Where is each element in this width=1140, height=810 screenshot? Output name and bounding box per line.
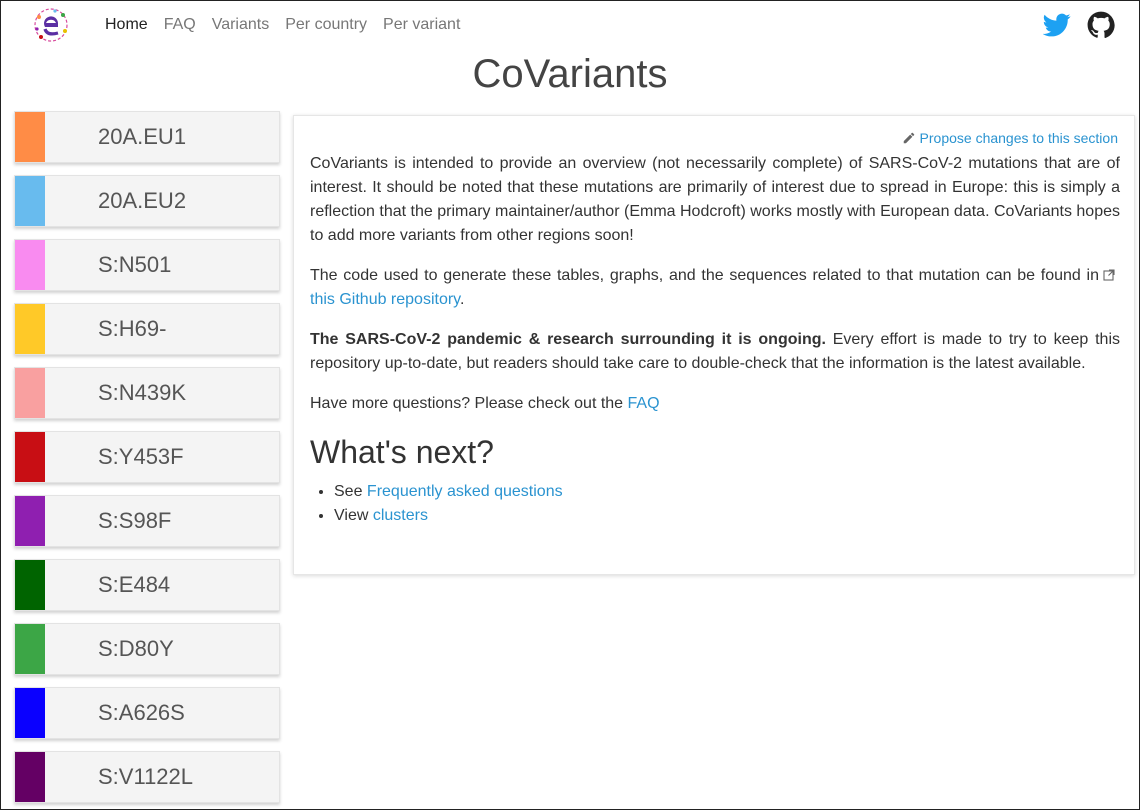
external-link-icon <box>1103 265 1115 281</box>
whats-next-list: See Frequently asked questions View clus… <box>310 480 1120 528</box>
variant-color-swatch <box>15 240 45 290</box>
code-text: The code used to generate these tables, … <box>310 267 1099 284</box>
github-icon[interactable] <box>1087 11 1115 39</box>
app-window: Home FAQ Variants Per country Per varian… <box>0 0 1140 810</box>
questions-paragraph: Have more questions? Please check out th… <box>310 392 1120 416</box>
variant-label: S:A626S <box>98 700 185 725</box>
faq-link[interactable]: FAQ <box>628 395 660 412</box>
variant-color-swatch <box>15 112 45 162</box>
nav-home[interactable]: Home <box>97 14 156 36</box>
nav-per-variant[interactable]: Per variant <box>375 14 468 36</box>
questions-text: Have more questions? Please check out th… <box>310 395 628 412</box>
variant-color-swatch <box>15 624 45 674</box>
list-item-prefix: See <box>334 483 367 500</box>
variant-label: S:N501 <box>98 252 172 277</box>
variant-card-s-s98f[interactable]: S:S98F <box>14 495 280 547</box>
nav-faq[interactable]: FAQ <box>156 14 204 36</box>
variant-card-s-a626s[interactable]: S:A626S <box>14 687 280 739</box>
variant-label: S:S98F <box>98 508 172 533</box>
intro-content: CoVariants is intended to provide an ove… <box>310 152 1120 528</box>
faq-questions-link[interactable]: Frequently asked questions <box>367 483 563 500</box>
variant-label: S:V1122L <box>98 764 194 789</box>
main-nav: Home FAQ Variants Per country Per varian… <box>97 14 468 36</box>
whats-next-heading: What's next? <box>310 434 494 470</box>
variant-label: S:H69- <box>98 316 167 341</box>
ongoing-bold-text: The SARS-CoV-2 pandemic & research surro… <box>310 331 826 348</box>
variant-label: S:Y453F <box>98 444 184 469</box>
ongoing-paragraph: The SARS-CoV-2 pandemic & research surro… <box>310 328 1120 376</box>
variant-color-swatch <box>15 176 45 226</box>
intro-card: Propose changes to this section CoVarian… <box>293 115 1135 575</box>
variant-color-swatch <box>15 304 45 354</box>
nav-per-country[interactable]: Per country <box>277 14 375 36</box>
variant-color-swatch <box>15 688 45 738</box>
variant-color-swatch <box>15 432 45 482</box>
variant-color-swatch <box>15 496 45 546</box>
variant-color-swatch <box>15 368 45 418</box>
clusters-link[interactable]: clusters <box>373 507 428 524</box>
variant-label: S:E484 <box>98 572 171 597</box>
variant-sidebar: 20A.EU1 20A.EU2 S:N501 S:H69- S:N439K S:… <box>14 111 280 809</box>
navbar: Home FAQ Variants Per country Per varian… <box>1 1 1139 49</box>
page-title: CoVariants <box>472 52 668 96</box>
intro-paragraph: CoVariants is intended to provide an ove… <box>310 155 1120 244</box>
variant-card-s-e484[interactable]: S:E484 <box>14 559 280 611</box>
variant-card-s-n501[interactable]: S:N501 <box>14 239 280 291</box>
variant-color-swatch <box>15 752 45 802</box>
variant-card-s-n439k[interactable]: S:N439K <box>14 367 280 419</box>
variant-label: S:D80Y <box>98 636 174 661</box>
list-item: See Frequently asked questions <box>334 480 1120 504</box>
list-item-prefix: View <box>334 507 373 524</box>
variant-label: 20A.EU1 <box>98 124 187 149</box>
nav-variants[interactable]: Variants <box>204 14 278 36</box>
variant-card-s-y453f[interactable]: S:Y453F <box>14 431 280 483</box>
code-text-end: . <box>460 291 465 308</box>
github-repository-link[interactable]: this Github repository <box>310 291 460 308</box>
variant-card-s-v1122l[interactable]: S:V1122L <box>14 751 280 803</box>
variant-card-20a-eu2[interactable]: 20A.EU2 <box>14 175 280 227</box>
variant-label: 20A.EU2 <box>98 188 187 213</box>
variant-color-swatch <box>15 560 45 610</box>
variant-card-s-d80y[interactable]: S:D80Y <box>14 623 280 675</box>
propose-changes-label: Propose changes to this section <box>919 130 1118 146</box>
variant-card-s-h69[interactable]: S:H69- <box>14 303 280 355</box>
code-paragraph: The code used to generate these tables, … <box>310 264 1120 312</box>
nextstrain-e-logo[interactable] <box>31 5 71 45</box>
variant-card-20a-eu1[interactable]: 20A.EU1 <box>14 111 280 163</box>
pencil-icon <box>902 131 916 145</box>
list-item: View clusters <box>334 504 1120 528</box>
propose-changes-link[interactable]: Propose changes to this section <box>902 130 1118 146</box>
variant-label: S:N439K <box>98 380 187 405</box>
twitter-icon[interactable] <box>1042 11 1071 39</box>
